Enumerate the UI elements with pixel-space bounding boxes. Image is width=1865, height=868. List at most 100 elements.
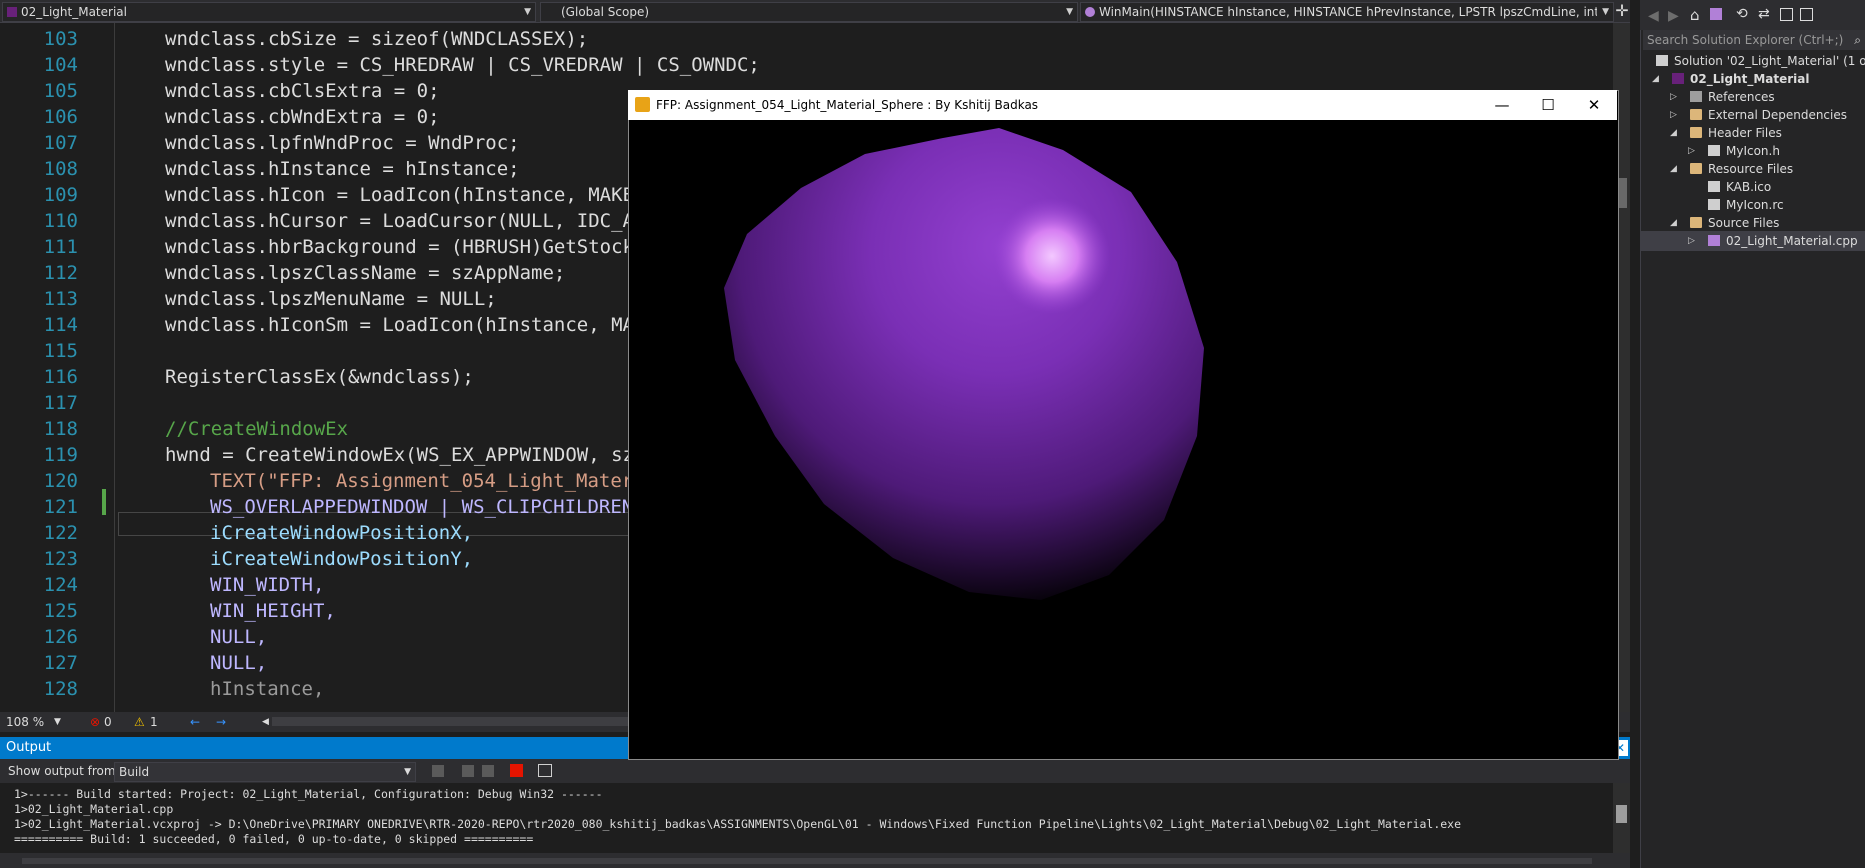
code-line[interactable]: wndclass.cbClsExtra = 0;	[165, 80, 440, 102]
code-line[interactable]: wndclass.lpszClassName = szAppName;	[165, 262, 565, 284]
line-number: 107	[43, 132, 78, 154]
code-line[interactable]: wndclass.style = CS_HREDRAW | CS_VREDRAW…	[165, 54, 760, 76]
nav-back-icon[interactable]: ←	[190, 712, 200, 732]
output-horizontal-thumb[interactable]	[22, 858, 1592, 864]
app-window-title: FFP: Assignment_054_Light_Material_Spher…	[656, 98, 1039, 112]
function-dropdown[interactable]: WinMain(HINSTANCE hInstance, HINSTANCE h…	[1080, 2, 1614, 22]
scroll-left-icon[interactable]: ◀	[262, 712, 269, 732]
chevron-down-icon[interactable]: ▼	[54, 712, 61, 732]
project-dropdown-label: 02_Light_Material	[21, 5, 127, 19]
line-number: 122	[43, 522, 78, 544]
code-line[interactable]: wndclass.lpfnWndProc = WndProc;	[165, 132, 520, 154]
project-icon	[1672, 73, 1684, 84]
code-line[interactable]: WIN_WIDTH,	[210, 574, 324, 596]
code-line[interactable]: WS_OVERLAPPEDWINDOW | WS_CLIPCHILDREN	[210, 496, 633, 518]
header-file-icon	[1708, 145, 1720, 156]
code-line[interactable]: wndclass.hCursor = LoadCursor(NULL, IDC_…	[165, 210, 634, 232]
sync-icon[interactable]: ⇄	[1758, 6, 1770, 22]
gutter-divider	[114, 23, 115, 713]
output-source-select[interactable]: Build ▼	[114, 762, 416, 782]
output-text-area[interactable]: 1>------ Build started: Project: 02_Ligh…	[0, 783, 1613, 853]
maximize-icon[interactable]: ☐	[1525, 90, 1571, 120]
code-line[interactable]: NULL,	[210, 652, 267, 674]
code-line[interactable]: wndclass.hInstance = hInstance;	[165, 158, 520, 180]
myicon-h-label: MyIcon.h	[1726, 144, 1780, 158]
line-number: 120	[43, 470, 78, 492]
back-icon[interactable]: ◀	[1648, 8, 1659, 24]
nav-forward-icon[interactable]: →	[216, 712, 226, 732]
output-line: 1>------ Build started: Project: 02_Ligh…	[14, 787, 603, 801]
cpp-file-label: 02_Light_Material.cpp	[1726, 234, 1858, 248]
sphere-body	[724, 128, 1204, 600]
expanded-icon[interactable]: ◢	[1670, 124, 1677, 142]
code-line[interactable]: iCreateWindowPositionY,	[210, 548, 473, 570]
switch-views-icon[interactable]	[1710, 8, 1722, 20]
opengl-canvas[interactable]	[629, 120, 1616, 757]
scope-dropdown[interactable]: (Global Scope) ▼	[540, 2, 1078, 22]
forward-icon[interactable]: ▶	[1668, 8, 1679, 24]
code-line[interactable]: wndclass.cbWndExtra = 0;	[165, 106, 440, 128]
word-wrap-icon[interactable]	[538, 764, 552, 777]
goto-prev-icon[interactable]	[432, 765, 444, 777]
expanded-icon[interactable]: ◢	[1652, 70, 1659, 88]
code-line[interactable]: wndclass.lpszMenuName = NULL;	[165, 288, 497, 310]
app-window-titlebar[interactable]: FFP: Assignment_054_Light_Material_Spher…	[628, 90, 1617, 120]
collapsed-icon[interactable]: ▷	[1688, 232, 1695, 250]
output-line: 1>02_Light_Material.vcxproj -> D:\OneDri…	[14, 817, 1462, 831]
line-number: 103	[43, 28, 78, 50]
code-line[interactable]: hwnd = CreateWindowEx(WS_EX_APPWINDOW, s…	[165, 444, 634, 466]
line-number: 112	[43, 262, 78, 284]
collapse-all-icon[interactable]	[1780, 8, 1793, 21]
solution-label: Solution '02_Light_Material' (1 of 1 p	[1674, 54, 1865, 68]
show-all-files-icon[interactable]	[1800, 8, 1813, 21]
scope-dropdown-label: (Global Scope)	[561, 5, 650, 19]
solution-search-input[interactable]: Search Solution Explorer (Ctrl+;) ⌕	[1643, 30, 1865, 50]
references-label: References	[1708, 90, 1775, 104]
project-dropdown[interactable]: 02_Light_Material ▼	[2, 2, 536, 22]
output-title: Output	[6, 740, 52, 755]
line-number: 127	[43, 652, 78, 674]
warning-count[interactable]: 1	[150, 712, 158, 732]
external-dependencies-label: External Dependencies	[1708, 108, 1848, 122]
code-line[interactable]: wndclass.cbSize = sizeof(WNDCLASSEX);	[165, 28, 588, 50]
code-line[interactable]: RegisterClassEx(&wndclass);	[165, 366, 474, 388]
project-label: 02_Light_Material	[1690, 72, 1810, 86]
code-comment-line[interactable]: //CreateWindowEx	[165, 418, 348, 440]
find-icon[interactable]	[482, 765, 494, 777]
expanded-icon[interactable]: ◢	[1670, 160, 1677, 178]
code-line[interactable]: wndclass.hbrBackground = (HBRUSH)GetStoc…	[165, 236, 634, 258]
code-line[interactable]: wndclass.hIconSm = LoadIcon(hInstance, M…	[165, 314, 634, 336]
collapsed-icon[interactable]: ▷	[1688, 142, 1695, 160]
error-icon[interactable]: ⊗	[90, 712, 100, 732]
clear-all-icon[interactable]	[510, 764, 523, 777]
output-scroll-thumb[interactable]	[1616, 805, 1627, 823]
close-icon[interactable]: ✕	[1571, 90, 1617, 120]
minimize-icon[interactable]: —	[1479, 90, 1525, 120]
line-number: 117	[43, 392, 78, 414]
warning-icon[interactable]: ⚠	[134, 712, 145, 732]
folder-icon	[1690, 163, 1702, 174]
code-line[interactable]: wndclass.hIcon = LoadIcon(hInstance, MAK…	[165, 184, 634, 206]
code-line[interactable]: iCreateWindowPositionX,	[210, 522, 473, 544]
cpp-file-icon	[1708, 235, 1720, 246]
home-icon[interactable]: ⌂	[1690, 6, 1700, 24]
cpp-project-icon	[7, 7, 17, 17]
source-files-label: Source Files	[1708, 216, 1780, 230]
code-line[interactable]: NULL,	[210, 626, 267, 648]
specular-highlight	[994, 198, 1110, 314]
search-icon[interactable]: ⌕	[1854, 30, 1861, 50]
split-editor-icon[interactable]: ✛	[1614, 0, 1630, 22]
code-line[interactable]: hInstance,	[210, 678, 324, 700]
collapsed-icon[interactable]: ▷	[1670, 88, 1677, 106]
line-number: 104	[43, 54, 78, 76]
goto-next-icon[interactable]	[462, 765, 474, 777]
expanded-icon[interactable]: ◢	[1670, 214, 1677, 232]
code-line[interactable]: WIN_HEIGHT,	[210, 600, 336, 622]
collapsed-icon[interactable]: ▷	[1670, 106, 1677, 124]
zoom-level[interactable]: 108 %	[6, 712, 44, 732]
pending-changes-icon[interactable]: ⟲	[1736, 6, 1748, 22]
code-line[interactable]: TEXT("FFP: Assignment_054_Light_Mater	[210, 470, 633, 492]
chevron-down-icon: ▼	[524, 7, 531, 17]
error-count[interactable]: 0	[104, 712, 112, 732]
line-number: 128	[43, 678, 78, 700]
